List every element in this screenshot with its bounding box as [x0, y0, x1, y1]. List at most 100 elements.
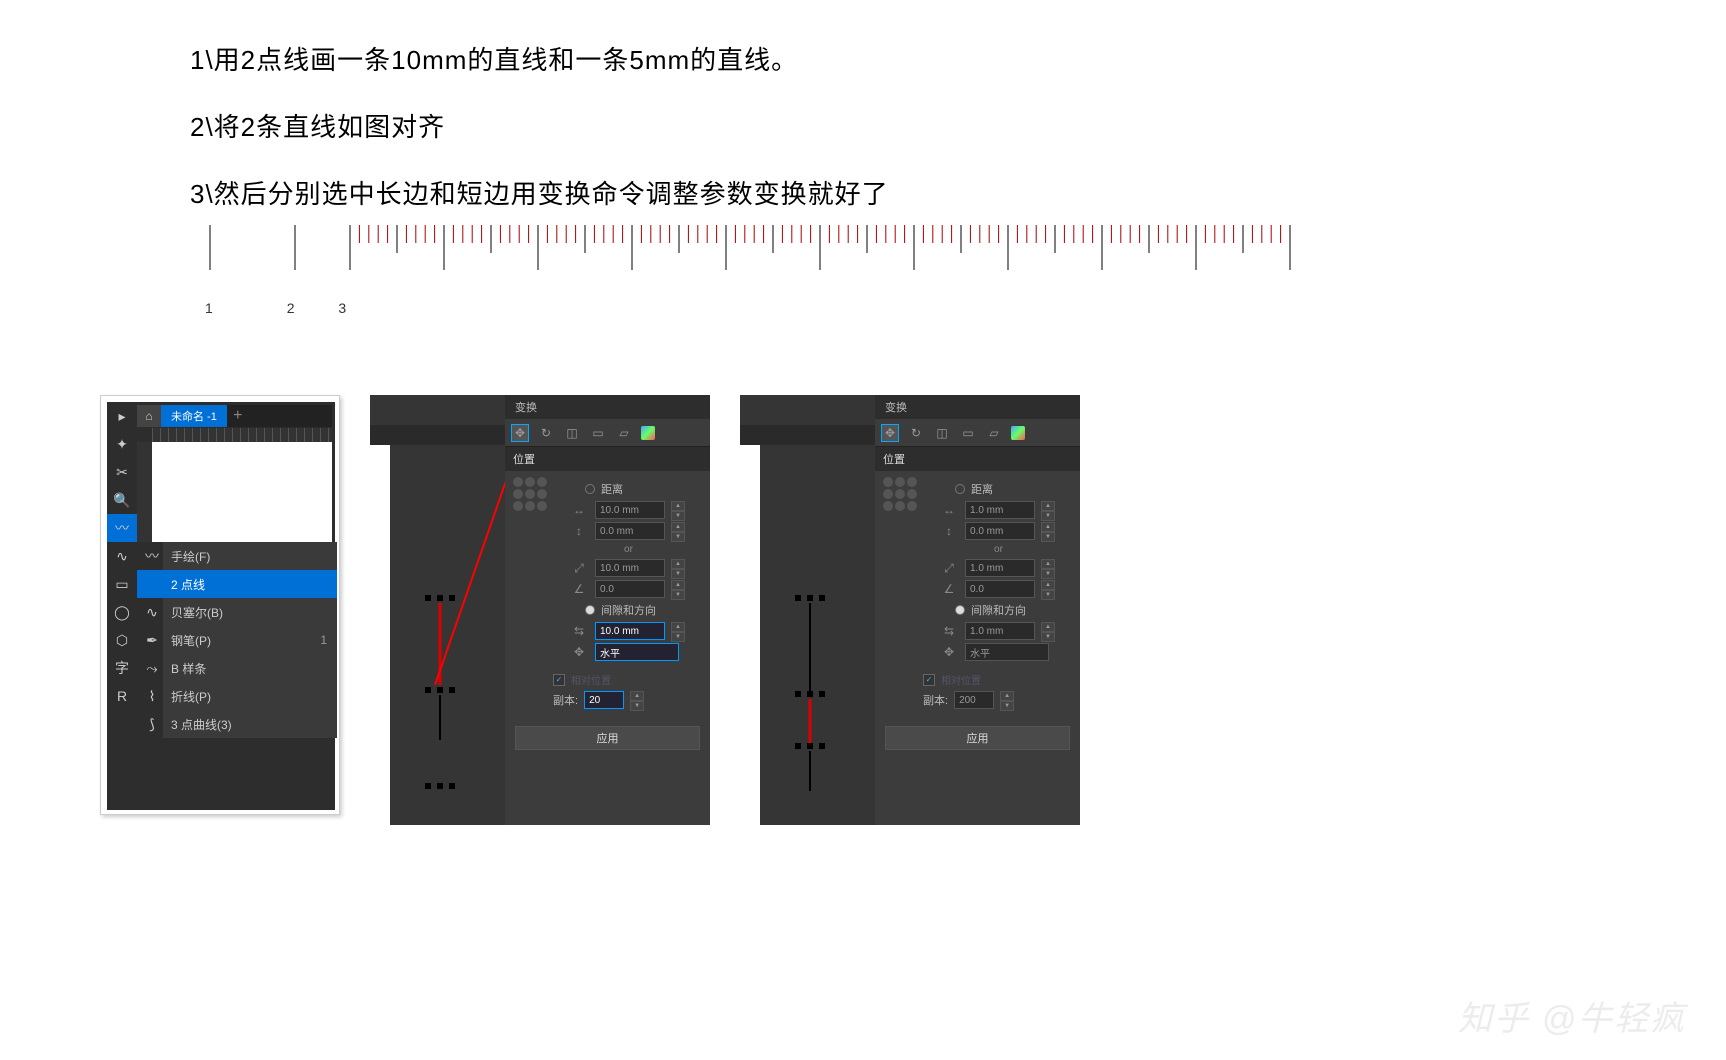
ruler-strip	[370, 425, 505, 445]
spinner[interactable]: ▲▼	[671, 559, 685, 577]
text-tool-icon[interactable]: 字	[107, 654, 137, 682]
angle-deg-icon: ∠	[939, 582, 959, 596]
cube-icon[interactable]	[1011, 426, 1025, 440]
size-tab-icon[interactable]: ▭	[959, 424, 977, 442]
spinner[interactable]: ▲▼	[671, 522, 685, 540]
spinner[interactable]: ▲▼	[671, 580, 685, 598]
angle-length-input[interactable]: 10.0 mm	[595, 559, 665, 577]
spinner[interactable]: ▲▼	[1041, 522, 1055, 540]
pick-tool-icon[interactable]: ▸	[107, 402, 137, 430]
gap-icon: ⇆	[569, 624, 589, 638]
spinner[interactable]: ▲▼	[1041, 622, 1055, 640]
spinner[interactable]: ▲▼	[1041, 501, 1055, 519]
ruler-label-2: 2	[287, 300, 295, 316]
angle-degree-input[interactable]: 0.0	[595, 580, 665, 598]
canvas-area[interactable]	[152, 442, 332, 542]
v-distance-icon: ↕	[569, 524, 589, 538]
transform-panel-long-line: 变换 ✥ ↻ ◫ ▭ ▱ 位置 距离 ↔10.0 mm▲▼ ↕0.0 mm▲▼ …	[370, 395, 710, 825]
vertical-ruler	[137, 442, 152, 542]
relative-position-checkbox[interactable]: ✓相对位置	[553, 672, 702, 687]
direction-icon: ✥	[569, 645, 589, 659]
ruler-labels: 1 2 3	[205, 300, 346, 316]
flyout-item-polyline[interactable]: 折线(P)	[137, 682, 337, 710]
shape-tool-icon[interactable]: ✦	[107, 430, 137, 458]
position-tab-icon[interactable]: ✥	[511, 424, 529, 442]
copies-input[interactable]: 200	[954, 691, 994, 709]
transform-panel-short-line: 变换 ✥ ↻ ◫ ▭ ▱ 位置 距离 ↔1.0 mm▲▼ ↕0.0 mm▲▼ o…	[740, 395, 1080, 825]
spinner[interactable]: ▲▼	[1041, 580, 1055, 598]
angle-len-icon: ⤢	[939, 561, 959, 576]
cube-icon[interactable]	[641, 426, 655, 440]
direction-select[interactable]: 水平	[965, 643, 1049, 661]
copies-input[interactable]: 20	[584, 691, 624, 709]
flyout-item-bspline[interactable]: B 样条	[137, 654, 337, 682]
skew-tab-icon[interactable]: ▱	[985, 424, 1003, 442]
selected-short-line-artwork	[765, 595, 845, 795]
instruction-step-2: 2\将2条直线如图对齐	[190, 107, 1726, 144]
spinner[interactable]: ▲▼	[671, 501, 685, 519]
angle-degree-input[interactable]: 0.0	[965, 580, 1035, 598]
spinner[interactable]: ▲▼	[1000, 691, 1014, 709]
skew-tab-icon[interactable]: ▱	[615, 424, 633, 442]
position-tab-icon[interactable]: ✥	[881, 424, 899, 442]
polygon-tool-icon[interactable]: ⬡	[107, 626, 137, 654]
zoom-tool-icon[interactable]: 🔍	[107, 486, 137, 514]
h-distance-input[interactable]: 1.0 mm	[965, 501, 1035, 519]
ruler-strip	[740, 425, 875, 445]
flyout-item-bezier[interactable]: 贝塞尔(B)	[137, 598, 337, 626]
v-distance-input[interactable]: 0.0 mm	[965, 522, 1035, 540]
rectangle-tool-icon[interactable]: ▭	[107, 570, 137, 598]
curve-tool-icon[interactable]: ∿	[107, 542, 137, 570]
dimension-tool-icon[interactable]: R	[107, 682, 137, 710]
radio-gap-direction[interactable]: 间隙和方向	[955, 602, 1072, 618]
home-tab-icon[interactable]: ⌂	[137, 405, 161, 427]
gap-value-input[interactable]: 1.0 mm	[965, 622, 1035, 640]
freehand-tool-icon[interactable]: 〰	[107, 514, 137, 542]
instruction-step-3: 3\然后分别选中长边和短边用变换命令调整参数变换就好了	[190, 174, 1726, 211]
transform-type-tabs: ✥ ↻ ◫ ▭ ▱	[875, 419, 1080, 447]
scale-tab-icon[interactable]: ◫	[933, 424, 951, 442]
radio-gap-direction[interactable]: 间隙和方向	[585, 602, 702, 618]
scale-tab-icon[interactable]: ◫	[563, 424, 581, 442]
horizontal-ruler	[152, 428, 332, 442]
instruction-step-1: 1\用2点线画一条10mm的直线和一条5mm的直线。	[190, 40, 1726, 77]
h-distance-input[interactable]: 10.0 mm	[595, 501, 665, 519]
angle-len-icon: ⤢	[569, 561, 589, 576]
rotate-tab-icon[interactable]: ↻	[907, 424, 925, 442]
spinner[interactable]: ▲▼	[671, 622, 685, 640]
selected-long-line-artwork	[395, 595, 475, 795]
h-distance-icon: ↔	[939, 503, 959, 517]
apply-button[interactable]: 应用	[885, 726, 1070, 750]
gap-value-input[interactable]: 10.0 mm	[595, 622, 665, 640]
position-section-header: 位置	[505, 447, 710, 471]
v-distance-input[interactable]: 0.0 mm	[595, 522, 665, 540]
document-tab[interactable]: 未命名 -1	[161, 405, 227, 427]
crop-tool-icon[interactable]: ✂	[107, 458, 137, 486]
transform-docker: 变换 ✥ ↻ ◫ ▭ ▱ 位置 距离 ↔1.0 mm▲▼ ↕0.0 mm▲▼ o…	[875, 395, 1080, 825]
flyout-item-three-point-curve[interactable]: 3 点曲线(3)	[137, 710, 337, 738]
h-distance-icon: ↔	[569, 503, 589, 517]
anchor-grid[interactable]	[513, 477, 547, 664]
docker-title: 变换	[875, 395, 1080, 419]
vertical-toolbox: ▸ ✦ ✂ 🔍 〰 ∿ ▭ ◯ ⬡ 字 R	[107, 402, 137, 810]
relative-position-checkbox[interactable]: ✓相对位置	[923, 672, 1072, 687]
direction-select[interactable]: 水平	[595, 643, 679, 661]
ruler-label-3: 3	[338, 300, 346, 316]
apply-button[interactable]: 应用	[515, 726, 700, 750]
ellipse-tool-icon[interactable]: ◯	[107, 598, 137, 626]
spinner[interactable]: ▲▼	[630, 691, 644, 709]
add-tab-icon[interactable]: +	[227, 405, 249, 427]
angle-length-input[interactable]: 1.0 mm	[965, 559, 1035, 577]
flyout-item-pen[interactable]: 钢笔(P)1	[137, 626, 337, 654]
ruler-illustration	[200, 220, 1300, 280]
spinner[interactable]: ▲▼	[1041, 559, 1055, 577]
size-tab-icon[interactable]: ▭	[589, 424, 607, 442]
flyout-item-freehand[interactable]: 手绘(F)	[137, 542, 337, 570]
flyout-item-two-point-line[interactable]: 2 点线	[137, 570, 337, 598]
radio-distance[interactable]: 距离	[955, 481, 1072, 497]
rotate-tab-icon[interactable]: ↻	[537, 424, 555, 442]
radio-distance[interactable]: 距离	[585, 481, 702, 497]
anchor-grid[interactable]	[883, 477, 917, 664]
or-divider: or	[925, 544, 1072, 555]
copies-label: 副本:	[553, 692, 578, 708]
